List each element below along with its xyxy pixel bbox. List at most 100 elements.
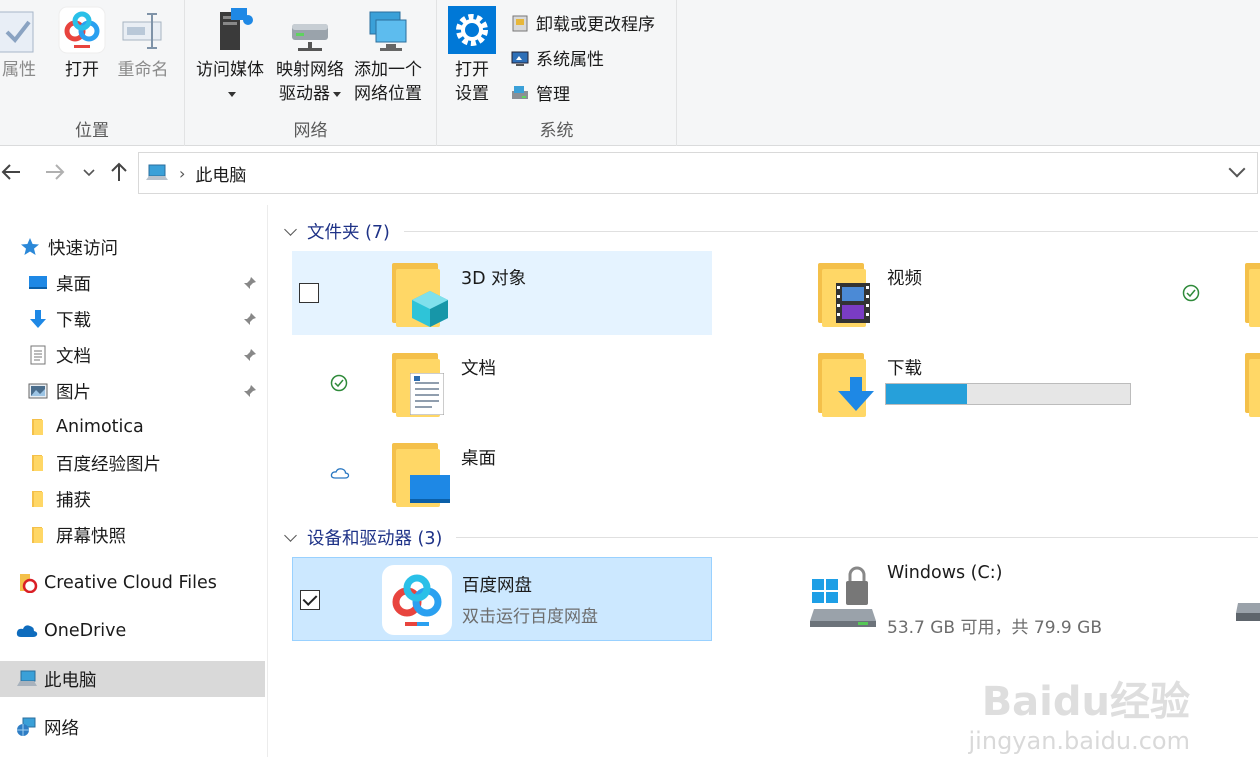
map-network-drive-button[interactable]: 映射网络 驱动器 — [271, 6, 349, 106]
sidebar-item-label: 网络 — [44, 718, 79, 739]
sidebar-item-label: Creative Cloud Files — [44, 573, 217, 593]
add-network-location-button[interactable]: 添加一个 网络位置 — [349, 6, 427, 106]
sidebar-item-animotica[interactable]: Animotica — [0, 409, 265, 445]
sidebar-item-this-pc[interactable]: 此电脑 — [0, 661, 265, 697]
device-name: Windows (C:) — [887, 563, 1003, 583]
documents-folder-icon — [392, 353, 450, 417]
access-media-button[interactable]: 访问媒体 — [191, 6, 269, 106]
sidebar-item-label: OneDrive — [44, 621, 127, 641]
sync-ok-icon — [330, 374, 348, 392]
system-group-label: 系统 — [539, 121, 574, 141]
sidebar-item-label: 快速访问 — [48, 238, 118, 259]
uninstall-program-label: 卸载或更改程序 — [536, 15, 655, 35]
up-button[interactable] — [108, 161, 130, 188]
system-properties-label: 系统属性 — [536, 50, 604, 70]
sidebar-item-label: 桌面 — [56, 274, 91, 295]
network-drive-icon — [286, 6, 334, 54]
access-media-label: 访问媒体 — [196, 60, 264, 80]
sync-ok-icon — [1182, 284, 1200, 302]
chevron-down-icon — [284, 529, 297, 542]
folder-name: 视频 — [887, 269, 922, 289]
folder-tile-videos[interactable]: 视频 — [718, 251, 1138, 335]
pin-icon[interactable] — [243, 275, 257, 289]
open-settings-button[interactable]: 打开 设置 — [445, 6, 499, 106]
3d-objects-folder-icon — [392, 263, 450, 327]
sidebar-item-label: 百度经验图片 — [56, 454, 161, 475]
sidebar-item-onedrive[interactable]: OneDrive — [0, 613, 265, 649]
sidebar-item-pictures[interactable]: 图片 — [0, 373, 265, 409]
open-settings-label: 打开 — [455, 60, 489, 80]
videos-folder-icon — [818, 263, 876, 327]
add-network-location-label: 添加一个 — [354, 60, 422, 80]
section-divider — [403, 231, 1258, 232]
folder-icon — [28, 417, 48, 437]
folder-icon — [28, 489, 48, 509]
sidebar-item-label: 屏幕快照 — [56, 526, 126, 547]
address-bar[interactable]: › 此电脑 — [138, 152, 1258, 194]
gear-icon — [448, 6, 496, 54]
breadcrumb-this-pc[interactable]: 此电脑 — [195, 161, 246, 186]
devices-section-header[interactable]: 设备和驱动器 (3) — [282, 525, 1258, 550]
sidebar-item-screenshots[interactable]: 屏幕快照 — [0, 517, 265, 553]
folder-tile-3d-objects[interactable]: 3D 对象 — [292, 251, 712, 335]
address-dropdown-icon[interactable] — [1228, 160, 1246, 178]
properties-button[interactable]: 属性 — [0, 6, 44, 82]
star-icon — [20, 237, 40, 257]
creative-cloud-icon — [16, 573, 38, 594]
network-location-icon — [364, 6, 412, 54]
sidebar-item-documents[interactable]: 文档 — [0, 337, 265, 373]
manage-button[interactable]: 管理 — [510, 80, 570, 105]
sidebar-item-captures[interactable]: 捕获 — [0, 481, 265, 517]
baidu-watermark-url: jingyan.baidu.com — [968, 727, 1190, 755]
cloud-icon — [16, 621, 38, 641]
devices-header-label: 设备和驱动器 (3) — [307, 529, 443, 549]
forward-button[interactable] — [44, 161, 66, 188]
uninstall-program-button[interactable]: 卸载或更改程序 — [510, 10, 655, 35]
sidebar-item-quick-access[interactable]: 快速访问 — [0, 229, 265, 265]
pin-icon[interactable] — [243, 383, 257, 397]
folders-section-header[interactable]: 文件夹 (7) — [282, 219, 1258, 244]
device-tile-windows-c[interactable]: Windows (C:) 53.7 GB 可用，共 79.9 GB — [718, 557, 1138, 641]
navigation-bar: › 此电脑 — [0, 147, 1260, 203]
device-description: 53.7 GB 可用，共 79.9 GB — [887, 618, 1102, 638]
network-globe-icon — [16, 717, 36, 737]
programs-icon — [510, 13, 530, 33]
sidebar-item-desktop[interactable]: 桌面 — [0, 265, 265, 301]
rename-button[interactable]: 重命名 — [114, 6, 172, 82]
baidu-watermark: Baidu经验 — [981, 679, 1190, 725]
map-network-drive-label-2: 驱动器 — [279, 84, 330, 104]
back-button[interactable] — [0, 161, 22, 188]
sidebar-item-network[interactable]: 网络 — [0, 709, 265, 745]
device-description: 双击运行百度网盘 — [462, 607, 598, 627]
open-label: 打开 — [65, 60, 99, 80]
rename-label: 重命名 — [117, 60, 169, 80]
folder-icon — [28, 453, 48, 473]
pin-icon[interactable] — [243, 347, 257, 361]
device-tile-baidu-netdisk[interactable]: 百度网盘 双击运行百度网盘 — [292, 557, 712, 641]
system-properties-button[interactable]: 系统属性 — [510, 45, 604, 70]
open-button[interactable]: 打开 — [57, 6, 107, 82]
recent-locations-button[interactable] — [82, 161, 96, 188]
properties-icon — [0, 6, 43, 54]
sidebar-item-creative-cloud[interactable]: Creative Cloud Files — [0, 565, 265, 601]
item-checkbox[interactable] — [299, 283, 319, 303]
item-checkbox[interactable] — [300, 590, 320, 610]
sidebar-item-downloads[interactable]: 下载 — [0, 301, 265, 337]
chevron-down-icon — [284, 223, 297, 236]
sidebar-item-label: 文档 — [56, 346, 91, 367]
folder-name: 桌面 — [461, 449, 496, 469]
folder-tile-documents[interactable]: 文档 — [292, 341, 712, 425]
baidu-netdisk-icon — [381, 564, 453, 636]
computer-icon — [145, 163, 168, 183]
sidebar-item-baidu-pictures[interactable]: 百度经验图片 — [0, 445, 265, 481]
sidebar-item-label: 此电脑 — [44, 670, 97, 691]
chevron-down-icon — [333, 91, 341, 97]
folder-name: 文档 — [461, 359, 496, 379]
media-server-icon — [206, 6, 254, 54]
folder-tile-desktop[interactable]: 桌面 — [292, 431, 712, 515]
drive-usage-bar — [885, 383, 1131, 405]
pin-icon[interactable] — [243, 311, 257, 325]
add-network-location-label-2: 网络位置 — [354, 84, 422, 104]
section-divider — [456, 537, 1258, 538]
arrow-up-icon — [111, 162, 127, 181]
